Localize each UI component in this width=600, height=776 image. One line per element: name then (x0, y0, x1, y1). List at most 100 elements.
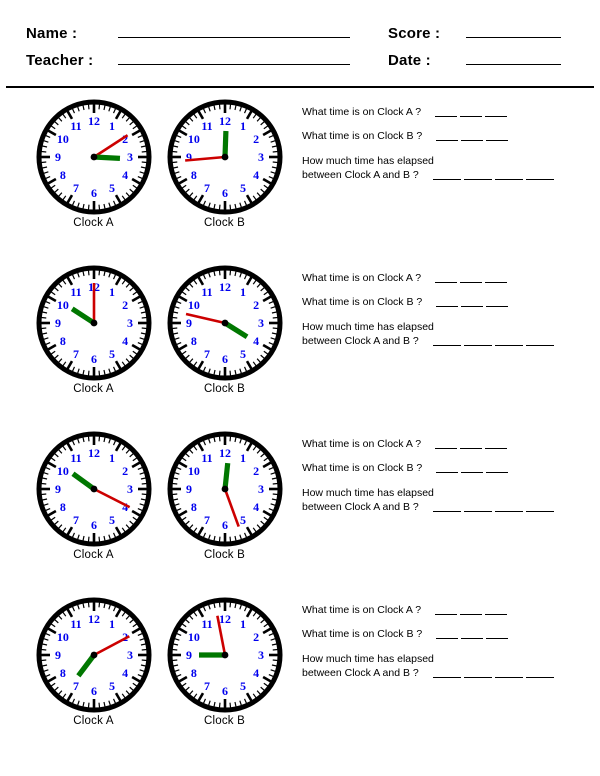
clock-numeral: 1 (240, 285, 246, 299)
clock-b-cell: 12 1 2 3 4 5 6 7 8 9 10 11 Clock B (159, 594, 290, 727)
blank-segment (435, 614, 458, 615)
clock-numeral: 12 (219, 280, 231, 294)
clock-numeral: 4 (122, 168, 128, 182)
header-row-name: Name : Score : (0, 14, 600, 41)
clock-numeral: 9 (186, 150, 192, 164)
clock-a-cell: 121234567891011 Clock A (28, 428, 159, 561)
answer-blank-clock-b[interactable] (436, 298, 511, 311)
clock-svg: 121234567891011 (167, 99, 282, 215)
question-elapsed-row: between Clock A and B ? (302, 334, 600, 348)
answer-blank-clock-b[interactable] (436, 630, 511, 643)
clock-a-face: 121234567891011 (28, 98, 159, 216)
clock-numeral: 1 (240, 617, 246, 631)
minute-tick (40, 150, 46, 153)
answer-blank-clock-b[interactable] (436, 132, 511, 145)
clock-b-label: Clock B (203, 549, 246, 561)
clock-numeral: 2 (253, 132, 259, 146)
clock-numeral: 10 (56, 132, 68, 146)
minute-tick (97, 104, 100, 110)
minute-tick (171, 150, 177, 153)
clock-numeral: 3 (258, 482, 264, 496)
clock-b-label: Clock B (203, 715, 246, 727)
blank-segment (486, 472, 509, 474)
blank-segment (432, 179, 461, 181)
clock-b-cell: 12 1 2 3 4 5 6 7 8 9 10 11 Clock B (159, 96, 290, 229)
clock-numeral: 10 (187, 132, 199, 146)
clock-numeral: 11 (70, 119, 81, 133)
clock-center-pin (90, 319, 97, 327)
clock-numeral: 11 (201, 119, 212, 133)
question-clock-b: What time is on Clock B ? (302, 462, 600, 475)
clock-numeral: 2 (253, 298, 259, 312)
clock-b-cell: 12 1 2 3 4 5 6 7 8 9 10 11 Clock B (159, 428, 290, 561)
clock-numeral: 1 (240, 451, 246, 465)
clock-numeral: 4 (122, 666, 128, 680)
date-input-line[interactable] (466, 64, 561, 65)
clock-a-face: 121234567891011 (28, 596, 159, 714)
minute-tick (87, 270, 90, 276)
question-clock-b-text: What time is on Clock B ? (302, 462, 423, 475)
clock-numeral: 7 (204, 513, 210, 527)
question-elapsed-row: between Clock A and B ? (302, 168, 600, 182)
clock-center-pin (90, 651, 97, 659)
question-clock-a: What time is on Clock A ? (302, 438, 600, 451)
answer-blank-clock-a[interactable] (435, 274, 510, 287)
blank-segment (463, 345, 492, 347)
minute-tick (272, 648, 278, 651)
answer-blank-clock-a[interactable] (435, 440, 510, 453)
answer-blank-elapsed[interactable] (432, 668, 557, 682)
question-elapsed: How much time has elapsed between Clock … (302, 154, 600, 182)
clock-numeral: 4 (253, 666, 259, 680)
answer-blank-clock-a[interactable] (435, 108, 510, 121)
name-input-line[interactable] (118, 37, 350, 38)
teacher-input-line[interactable] (118, 64, 350, 65)
clock-svg: 121234567891011 (36, 265, 151, 381)
clock-numeral: 9 (55, 482, 61, 496)
blank-segment (486, 140, 509, 142)
answer-blank-elapsed[interactable] (432, 502, 557, 516)
clock-a-cell: 121234567891011 Clock A (28, 594, 159, 727)
clock-numeral: 8 (190, 334, 196, 348)
clock-numeral: 5 (109, 347, 115, 361)
blank-segment (435, 448, 458, 449)
clock-numeral: 7 (73, 181, 79, 195)
clock-numeral: 2 (122, 298, 128, 312)
answer-blank-clock-b[interactable] (436, 464, 511, 477)
clock-svg: 121234567891011 (36, 99, 151, 215)
clock-b-label: Clock B (203, 217, 246, 229)
clock-numeral: 11 (201, 617, 212, 631)
question-clock-a-text: What time is on Clock A ? (302, 106, 422, 118)
minute-tick (141, 150, 147, 153)
score-label: Score : (388, 25, 441, 42)
answer-blank-clock-a[interactable] (435, 606, 510, 619)
answer-blank-elapsed[interactable] (432, 170, 557, 184)
clock-numeral: 2 (122, 464, 128, 478)
blank-segment (494, 179, 523, 181)
score-input-line[interactable] (466, 37, 561, 38)
minute-tick (141, 327, 147, 330)
clock-numeral: 4 (253, 168, 259, 182)
minute-tick (87, 436, 90, 442)
minute-tick (171, 327, 177, 330)
blank-segment (525, 179, 554, 181)
minute-tick (141, 482, 147, 485)
clock-numeral: 1 (109, 617, 115, 631)
blank-segment (486, 638, 509, 640)
clock-numeral: 4 (253, 334, 259, 348)
blank-segment (436, 638, 459, 640)
question-clock-a: What time is on Clock A ? (302, 106, 600, 119)
clock-numeral: 5 (240, 679, 246, 693)
minute-tick (87, 370, 90, 376)
answer-blank-elapsed[interactable] (432, 336, 557, 350)
question-elapsed-line2: between Clock A and B ? (302, 667, 419, 680)
minute-tick (40, 316, 46, 319)
blank-segment (461, 638, 484, 640)
clock-numeral: 12 (88, 612, 100, 626)
blank-segment (460, 282, 483, 283)
clock-numeral: 3 (258, 150, 264, 164)
clock-numeral: 8 (190, 500, 196, 514)
blank-segment (485, 282, 508, 283)
teacher-label: Teacher : (26, 52, 94, 69)
problem-row-1: 12 1 2 3 4 5 6 7 8 9 10 11 Clock A 12 1 2 3 4 5 6 7 8 9 10 11 … (0, 96, 600, 262)
clock-b-face: 12 1 2 3 4 5 6 7 8 9 10 11 (159, 430, 290, 548)
